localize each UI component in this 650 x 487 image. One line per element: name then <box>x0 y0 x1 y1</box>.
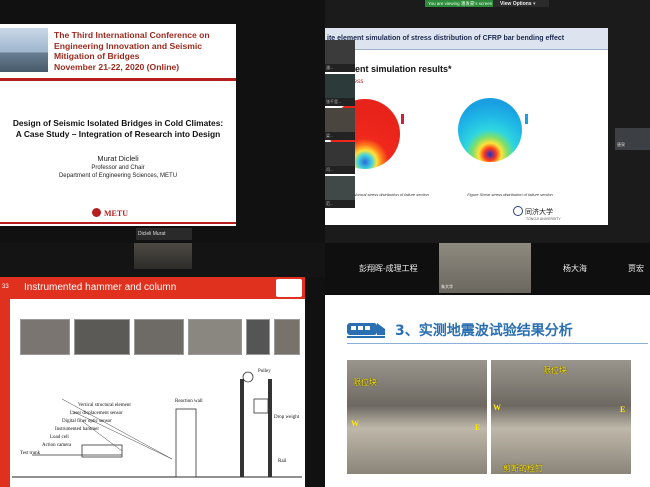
label-rail: Rail <box>278 459 287 464</box>
participant-video-tile[interactable] <box>325 40 355 64</box>
slide-title: ite element simulation of stress distrib… <box>327 35 565 42</box>
bearing-photo-right <box>491 360 631 474</box>
heading-rule <box>347 343 648 344</box>
slide-number: 33 <box>2 284 9 290</box>
viewing-indicator: You are viewing 潘发豪's screen <box>425 0 493 7</box>
participant-name: 朱大华 <box>441 284 453 289</box>
university-name: 同济大学 <box>525 209 553 216</box>
fe-slide: ite element simulation of stress distrib… <box>325 28 608 225</box>
shear-stress-contour <box>458 98 522 162</box>
lab-photo <box>134 319 184 355</box>
participant-video-tile[interactable]: 唐泉 <box>615 128 650 150</box>
lab-photo <box>274 319 300 355</box>
participant-video-tile[interactable] <box>325 74 355 98</box>
logo-text: METU <box>104 209 128 218</box>
label-laser-sensor: Laser displacement sensor <box>70 411 123 416</box>
university-logo: 同济大学 TONGJI UNIVERSITY <box>513 206 561 221</box>
participant-strip: 彭翔晖-成理工程 朱大华 杨大海 贾宏 <box>325 243 650 293</box>
participant-video-tile[interactable] <box>325 142 355 166</box>
color-legend-left <box>401 114 404 124</box>
label-fiber-sensor: Digital fiber optic sensor <box>62 419 112 424</box>
label-vertical-element: Vertical structural element <box>78 403 131 408</box>
seismic-screen-share: 彭翔晖-成理工程 朱大华 杨大海 贾宏 3、实测地震波试验结果分析 限位块 限位… <box>325 243 650 487</box>
fe-screen-share: You are viewing 潘发豪's screen View Option… <box>325 0 650 243</box>
compass-east: E <box>475 423 481 432</box>
presentation-title: Design of Seismic Isolated Bridges in Co… <box>0 118 236 140</box>
participant-name: 张千里... <box>325 98 355 106</box>
author-role: Professor and Chair <box>91 165 145 171</box>
color-legend-right <box>525 114 528 124</box>
participant-name: 唐泉 <box>617 142 625 147</box>
presentation-title-line: A Case Study – Integration of Research i… <box>15 129 221 139</box>
view-options-button[interactable]: View Options ▾ <box>497 0 549 7</box>
presentation-title-line: Design of Seismic Isolated Bridges in Co… <box>12 118 224 128</box>
lab-photo <box>188 319 242 355</box>
participant-video-tile[interactable] <box>325 108 355 132</box>
label-drop-weight: Drop weight <box>274 415 300 420</box>
lab-photo <box>246 319 270 355</box>
hammer-screen-share: 33 Instrumented hammer and column Pulley… <box>0 243 325 487</box>
view-options-label: View Options <box>500 1 532 7</box>
divider-bottom <box>0 222 236 224</box>
university-logos <box>276 279 302 297</box>
caption-shear-stress: Figure Shear stress distribution of fail… <box>467 192 553 197</box>
compass-west: W <box>351 419 359 428</box>
tag-stopper-left: 限位块 <box>353 378 377 387</box>
conference-date: November 21-22, 2020 (Online) <box>54 61 180 72</box>
meeting-bar: You are viewing 潘发豪's screen View Option… <box>425 0 549 7</box>
seismic-slide: 3、实测地震波试验结果分析 限位块 限位块 剪断的栓钉 W E W E <box>325 295 650 487</box>
participant-name: 潘... <box>325 64 355 72</box>
university-logo: METU <box>92 208 128 218</box>
train-icon <box>347 323 385 338</box>
title-slide: The Third International Conference on En… <box>0 24 236 226</box>
author-name: Murat Dicleli <box>97 154 139 163</box>
conference-line: Mitigation of Bridges <box>54 51 140 61</box>
author-department: Department of Engineering Sciences, METU <box>58 173 178 179</box>
slide-heading: 3、实测地震波试验结果分析 <box>395 323 573 339</box>
tag-sheared-bolt: 剪断的栓钉 <box>503 464 543 473</box>
tongji-seal-icon <box>513 206 523 216</box>
slide-title-bar: 33 Instrumented hammer and column <box>0 277 305 299</box>
participant-name[interactable]: 杨大海 <box>563 263 587 274</box>
test-setup-schematic <box>12 371 302 478</box>
label-pulley: Pulley <box>258 369 271 374</box>
participant-name: Dicleli Murat <box>138 231 166 237</box>
black-margin <box>305 277 325 487</box>
label-test-truck: Test trunk <box>20 451 41 456</box>
participant-video-tile[interactable] <box>325 176 355 200</box>
presenter-video[interactable] <box>134 243 192 269</box>
lab-photo <box>74 319 130 355</box>
metu-logo-icon <box>92 208 101 217</box>
label-action-camera: Action camera <box>42 443 72 448</box>
slide-side-accent <box>0 299 10 487</box>
participant-name[interactable]: 彭翔晖-成理工程 <box>359 263 418 274</box>
conference-line: The Third International Conference on <box>54 30 210 40</box>
lab-photo <box>20 319 70 355</box>
participant-name: 梁... <box>325 132 355 140</box>
bridge-photo <box>0 28 48 72</box>
compass-east: E <box>620 405 626 414</box>
participant-name: 闫... <box>325 166 355 174</box>
participant-name: 范... <box>325 200 355 208</box>
divider <box>0 78 236 81</box>
hammer-slide: 33 Instrumented hammer and column Pulley… <box>0 277 325 487</box>
compass-west: W <box>493 403 501 412</box>
tag-stopper-right: 限位块 <box>543 366 567 375</box>
slide-header: The Third International Conference on En… <box>0 24 236 78</box>
participant-video-tile[interactable]: 朱大华 <box>439 243 531 293</box>
label-load-cell: Load cell <box>50 435 69 440</box>
stress-contour-plots <box>330 98 528 169</box>
conference-title: The Third International Conference on En… <box>54 30 234 72</box>
participant-name[interactable]: 贾宏 <box>628 263 644 274</box>
participant-video-tile[interactable]: Dicleli Murat <box>136 228 192 240</box>
label-hammer: Instrumented hammer <box>55 427 100 432</box>
slide-title: Instrumented hammer and column <box>24 282 177 293</box>
presenter-screen-share: The Third International Conference on En… <box>0 0 325 243</box>
university-name-en: TONGJI UNIVERSITY <box>526 217 561 221</box>
label-reaction-wall: Reaction wall <box>175 399 203 404</box>
conference-line: Engineering Innovation and Seismic <box>54 40 203 51</box>
